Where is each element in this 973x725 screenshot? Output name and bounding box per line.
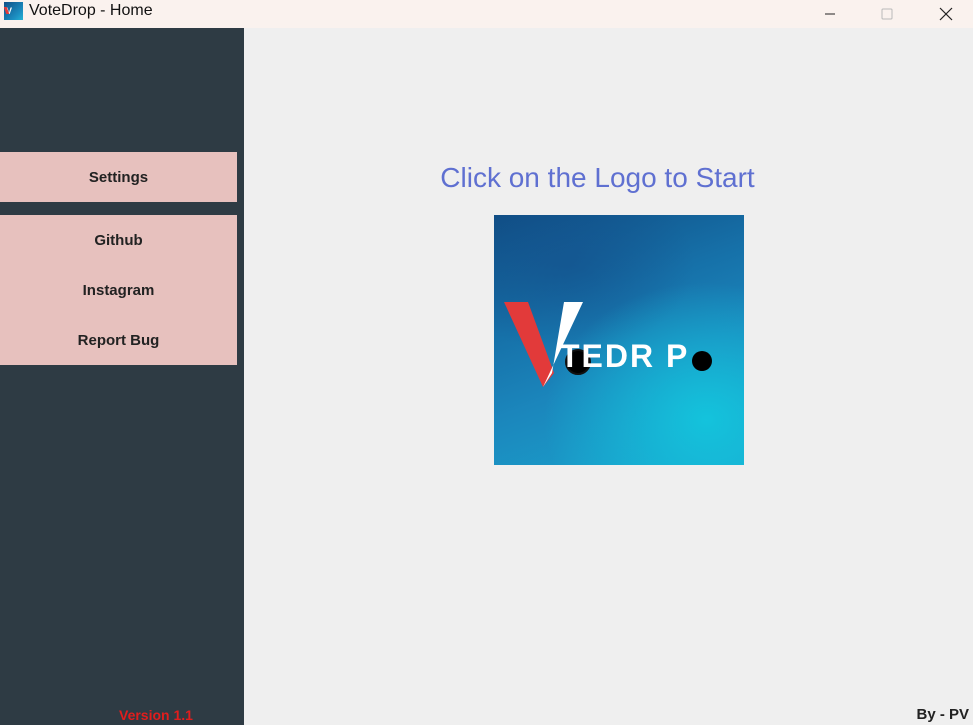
logo-start-button[interactable]: TEDR P	[494, 215, 744, 465]
sidebar: Settings Github Instagram Report Bug Ver…	[0, 28, 244, 725]
github-button[interactable]: Github	[0, 215, 237, 265]
maximize-icon	[881, 8, 893, 20]
title-bar: V VoteDrop - Home	[0, 0, 973, 28]
page-heading: Click on the Logo to Start	[440, 162, 755, 193]
report-bug-button[interactable]: Report Bug	[0, 315, 237, 365]
close-icon	[939, 7, 953, 21]
window-title: VoteDrop - Home	[29, 2, 153, 19]
instagram-button[interactable]: Instagram	[0, 265, 237, 315]
app-icon: V	[4, 2, 23, 20]
minimize-button[interactable]	[810, 0, 850, 28]
minimize-icon	[825, 13, 835, 15]
maximize-button[interactable]	[867, 0, 907, 28]
logo-wordmark: TEDR P	[560, 338, 690, 374]
close-button[interactable]	[926, 0, 966, 28]
links-group: Github Instagram Report Bug	[0, 215, 237, 365]
version-label: Version 1.1	[119, 707, 193, 723]
settings-button[interactable]: Settings	[0, 152, 237, 202]
credit-label: By - PV	[916, 706, 969, 723]
